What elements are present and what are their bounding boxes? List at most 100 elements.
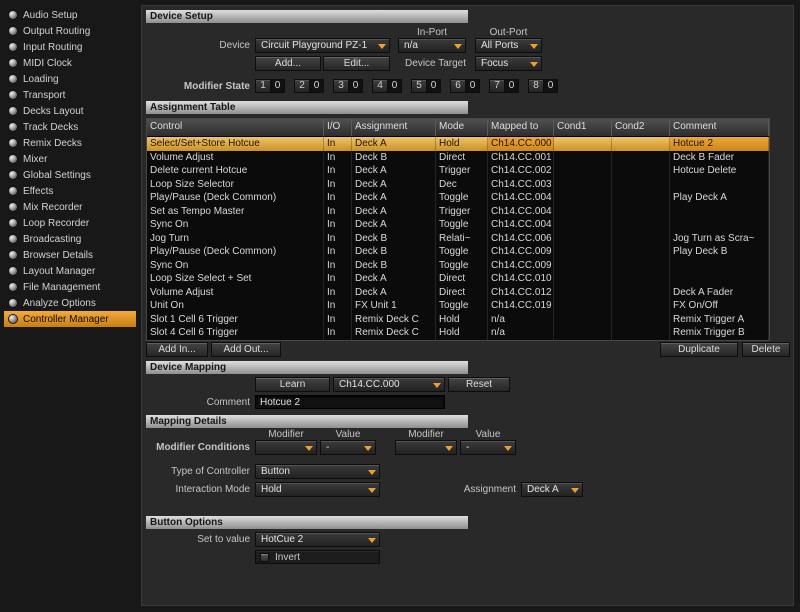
sidebar-item-decks-layout[interactable]: Decks Layout bbox=[4, 103, 136, 119]
sidebar-item-label: Effects bbox=[23, 186, 53, 197]
cell-mode: Toggle bbox=[436, 218, 488, 232]
sidebar-item-midi-clock[interactable]: MIDI Clock bbox=[4, 55, 136, 71]
sidebar-item-browser-details[interactable]: Browser Details bbox=[4, 247, 136, 263]
invert-checkbox[interactable] bbox=[260, 553, 269, 562]
cell-mode: Direct bbox=[436, 272, 488, 286]
cell-i-o: In bbox=[324, 326, 352, 340]
sidebar-item-track-decks[interactable]: Track Decks bbox=[4, 119, 136, 135]
radio-icon bbox=[9, 43, 17, 51]
radio-icon bbox=[9, 75, 17, 83]
cell-cond1 bbox=[554, 299, 612, 313]
edit-device-button[interactable]: Edit... bbox=[323, 56, 390, 71]
chevron-down-icon bbox=[305, 446, 313, 451]
add-device-button[interactable]: Add... bbox=[255, 56, 321, 71]
sidebar-item-output-routing[interactable]: Output Routing bbox=[4, 23, 136, 39]
type-of-controller-dropdown[interactable]: Button bbox=[255, 464, 380, 479]
table-row[interactable]: Play/Pause (Deck Common)InDeck BToggleCh… bbox=[147, 245, 769, 259]
table-row[interactable]: Delete current HotcueInDeck ATriggerCh14… bbox=[147, 164, 769, 178]
cell-control: Volume Adjust bbox=[147, 286, 324, 300]
add-out-button[interactable]: Add Out... bbox=[211, 342, 281, 357]
table-row[interactable]: Volume AdjustInDeck ADirectCh14.CC.012De… bbox=[147, 286, 769, 300]
cell-i-o: In bbox=[324, 178, 352, 192]
chevron-down-icon bbox=[571, 488, 579, 493]
sidebar-item-global-settings[interactable]: Global Settings bbox=[4, 167, 136, 183]
cell-comment bbox=[670, 272, 769, 286]
table-row[interactable]: Sync OnInDeck BToggleCh14.CC.009 bbox=[147, 259, 769, 273]
out-port-dropdown[interactable]: All Ports bbox=[475, 38, 542, 53]
duplicate-button[interactable]: Duplicate bbox=[660, 342, 738, 357]
sidebar-item-broadcasting[interactable]: Broadcasting bbox=[4, 231, 136, 247]
cell-comment bbox=[670, 259, 769, 273]
add-in-button[interactable]: Add In... bbox=[146, 342, 208, 357]
cell-control: Sync On bbox=[147, 218, 324, 232]
sidebar-item-loading[interactable]: Loading bbox=[4, 71, 136, 87]
modifier-state-2: 20 bbox=[294, 79, 324, 93]
modifier-conditions-label: Modifier Conditions bbox=[142, 440, 250, 455]
chevron-down-icon bbox=[368, 488, 376, 493]
cell-mapped-to: Ch14.CC.004 bbox=[488, 191, 554, 205]
cell-assignment: Deck A bbox=[352, 205, 436, 219]
modifier-value: 0 bbox=[387, 79, 402, 93]
cell-cond2 bbox=[612, 286, 670, 300]
sidebar-item-effects[interactable]: Effects bbox=[4, 183, 136, 199]
sidebar-item-remix-decks[interactable]: Remix Decks bbox=[4, 135, 136, 151]
radio-icon bbox=[9, 299, 17, 307]
table-row[interactable]: Slot 4 Cell 6 TriggerInRemix Deck CHoldn… bbox=[147, 326, 769, 340]
in-port-dropdown[interactable]: n/a bbox=[398, 38, 466, 53]
sidebar-item-file-management[interactable]: File Management bbox=[4, 279, 136, 295]
cell-assignment: FX Unit 1 bbox=[352, 299, 436, 313]
set-to-value-dropdown[interactable]: HotCue 2 bbox=[255, 532, 380, 547]
condition1-modifier-dropdown[interactable] bbox=[255, 440, 317, 455]
device-dropdown[interactable]: Circuit Playground PZ-1 bbox=[255, 38, 390, 53]
table-row[interactable]: Unit OnInFX Unit 1ToggleCh14.CC.019FX On… bbox=[147, 299, 769, 313]
sidebar-item-input-routing[interactable]: Input Routing bbox=[4, 39, 136, 55]
sidebar-item-loop-recorder[interactable]: Loop Recorder bbox=[4, 215, 136, 231]
assignment-table: ControlI/OAssignmentModeMapped toCond1Co… bbox=[146, 118, 770, 341]
table-row[interactable]: Set as Tempo MasterInDeck ATriggerCh14.C… bbox=[147, 205, 769, 219]
interaction-mode-label: Interaction Mode bbox=[142, 482, 250, 497]
modifier-number: 6 bbox=[450, 79, 465, 93]
table-row[interactable]: Slot 1 Cell 6 TriggerInRemix Deck CHoldn… bbox=[147, 313, 769, 327]
cell-cond1 bbox=[554, 272, 612, 286]
column-header-mapped-to: Mapped to bbox=[488, 119, 554, 136]
sidebar-item-mix-recorder[interactable]: Mix Recorder bbox=[4, 199, 136, 215]
cell-control: Sync On bbox=[147, 259, 324, 273]
cell-cond1 bbox=[554, 218, 612, 232]
table-row[interactable]: Volume AdjustInDeck BDirectCh14.CC.001De… bbox=[147, 151, 769, 165]
sidebar-item-layout-manager[interactable]: Layout Manager bbox=[4, 263, 136, 279]
sidebar-item-audio-setup[interactable]: Audio Setup bbox=[4, 7, 136, 23]
learn-button[interactable]: Learn bbox=[255, 377, 330, 392]
radio-icon bbox=[9, 219, 17, 227]
device-target-dropdown[interactable]: Focus bbox=[475, 56, 542, 71]
device-setup-header: Device Setup bbox=[146, 10, 468, 23]
radio-icon bbox=[9, 283, 17, 291]
assignment-dropdown-value: Deck A bbox=[527, 483, 569, 496]
modifier-number: 5 bbox=[411, 79, 426, 93]
midi-assignment-dropdown[interactable]: Ch14.CC.000 bbox=[333, 377, 445, 392]
button-options-header: Button Options bbox=[146, 516, 468, 529]
cell-comment: Deck B Fader bbox=[670, 151, 769, 165]
modifier-state-6: 60 bbox=[450, 79, 480, 93]
condition1-value-dropdown[interactable]: - bbox=[320, 440, 376, 455]
condition2-value-dropdown[interactable]: - bbox=[460, 440, 516, 455]
sidebar-item-controller-manager[interactable]: Controller Manager bbox=[4, 311, 136, 327]
condition2-modifier-dropdown[interactable] bbox=[395, 440, 457, 455]
interaction-mode-dropdown[interactable]: Hold bbox=[255, 482, 380, 497]
sidebar-item-transport[interactable]: Transport bbox=[4, 87, 136, 103]
sidebar-item-analyze-options[interactable]: Analyze Options bbox=[4, 295, 136, 311]
assignment-dropdown[interactable]: Deck A bbox=[521, 482, 583, 497]
column-header-cond2: Cond2 bbox=[612, 119, 670, 136]
table-row[interactable]: Jog TurnInDeck BRelati~Ch14.CC.006Jog Tu… bbox=[147, 232, 769, 246]
cell-mapped-to: Ch14.CC.019 bbox=[488, 299, 554, 313]
reset-button[interactable]: Reset bbox=[448, 377, 510, 392]
sidebar-item-mixer[interactable]: Mixer bbox=[4, 151, 136, 167]
table-row[interactable]: Select/Set+Store HotcueInDeck AHoldCh14.… bbox=[147, 137, 769, 151]
table-row[interactable]: Play/Pause (Deck Common)InDeck AToggleCh… bbox=[147, 191, 769, 205]
cell-assignment: Deck A bbox=[352, 286, 436, 300]
table-row[interactable]: Loop Size SelectorInDeck ADecCh14.CC.003 bbox=[147, 178, 769, 192]
table-row[interactable]: Sync OnInDeck AToggleCh14.CC.004 bbox=[147, 218, 769, 232]
delete-button[interactable]: Delete bbox=[742, 342, 790, 357]
comment-input[interactable] bbox=[255, 395, 445, 409]
table-row[interactable]: Loop Size Select + SetInDeck ADirectCh14… bbox=[147, 272, 769, 286]
cell-i-o: In bbox=[324, 259, 352, 273]
